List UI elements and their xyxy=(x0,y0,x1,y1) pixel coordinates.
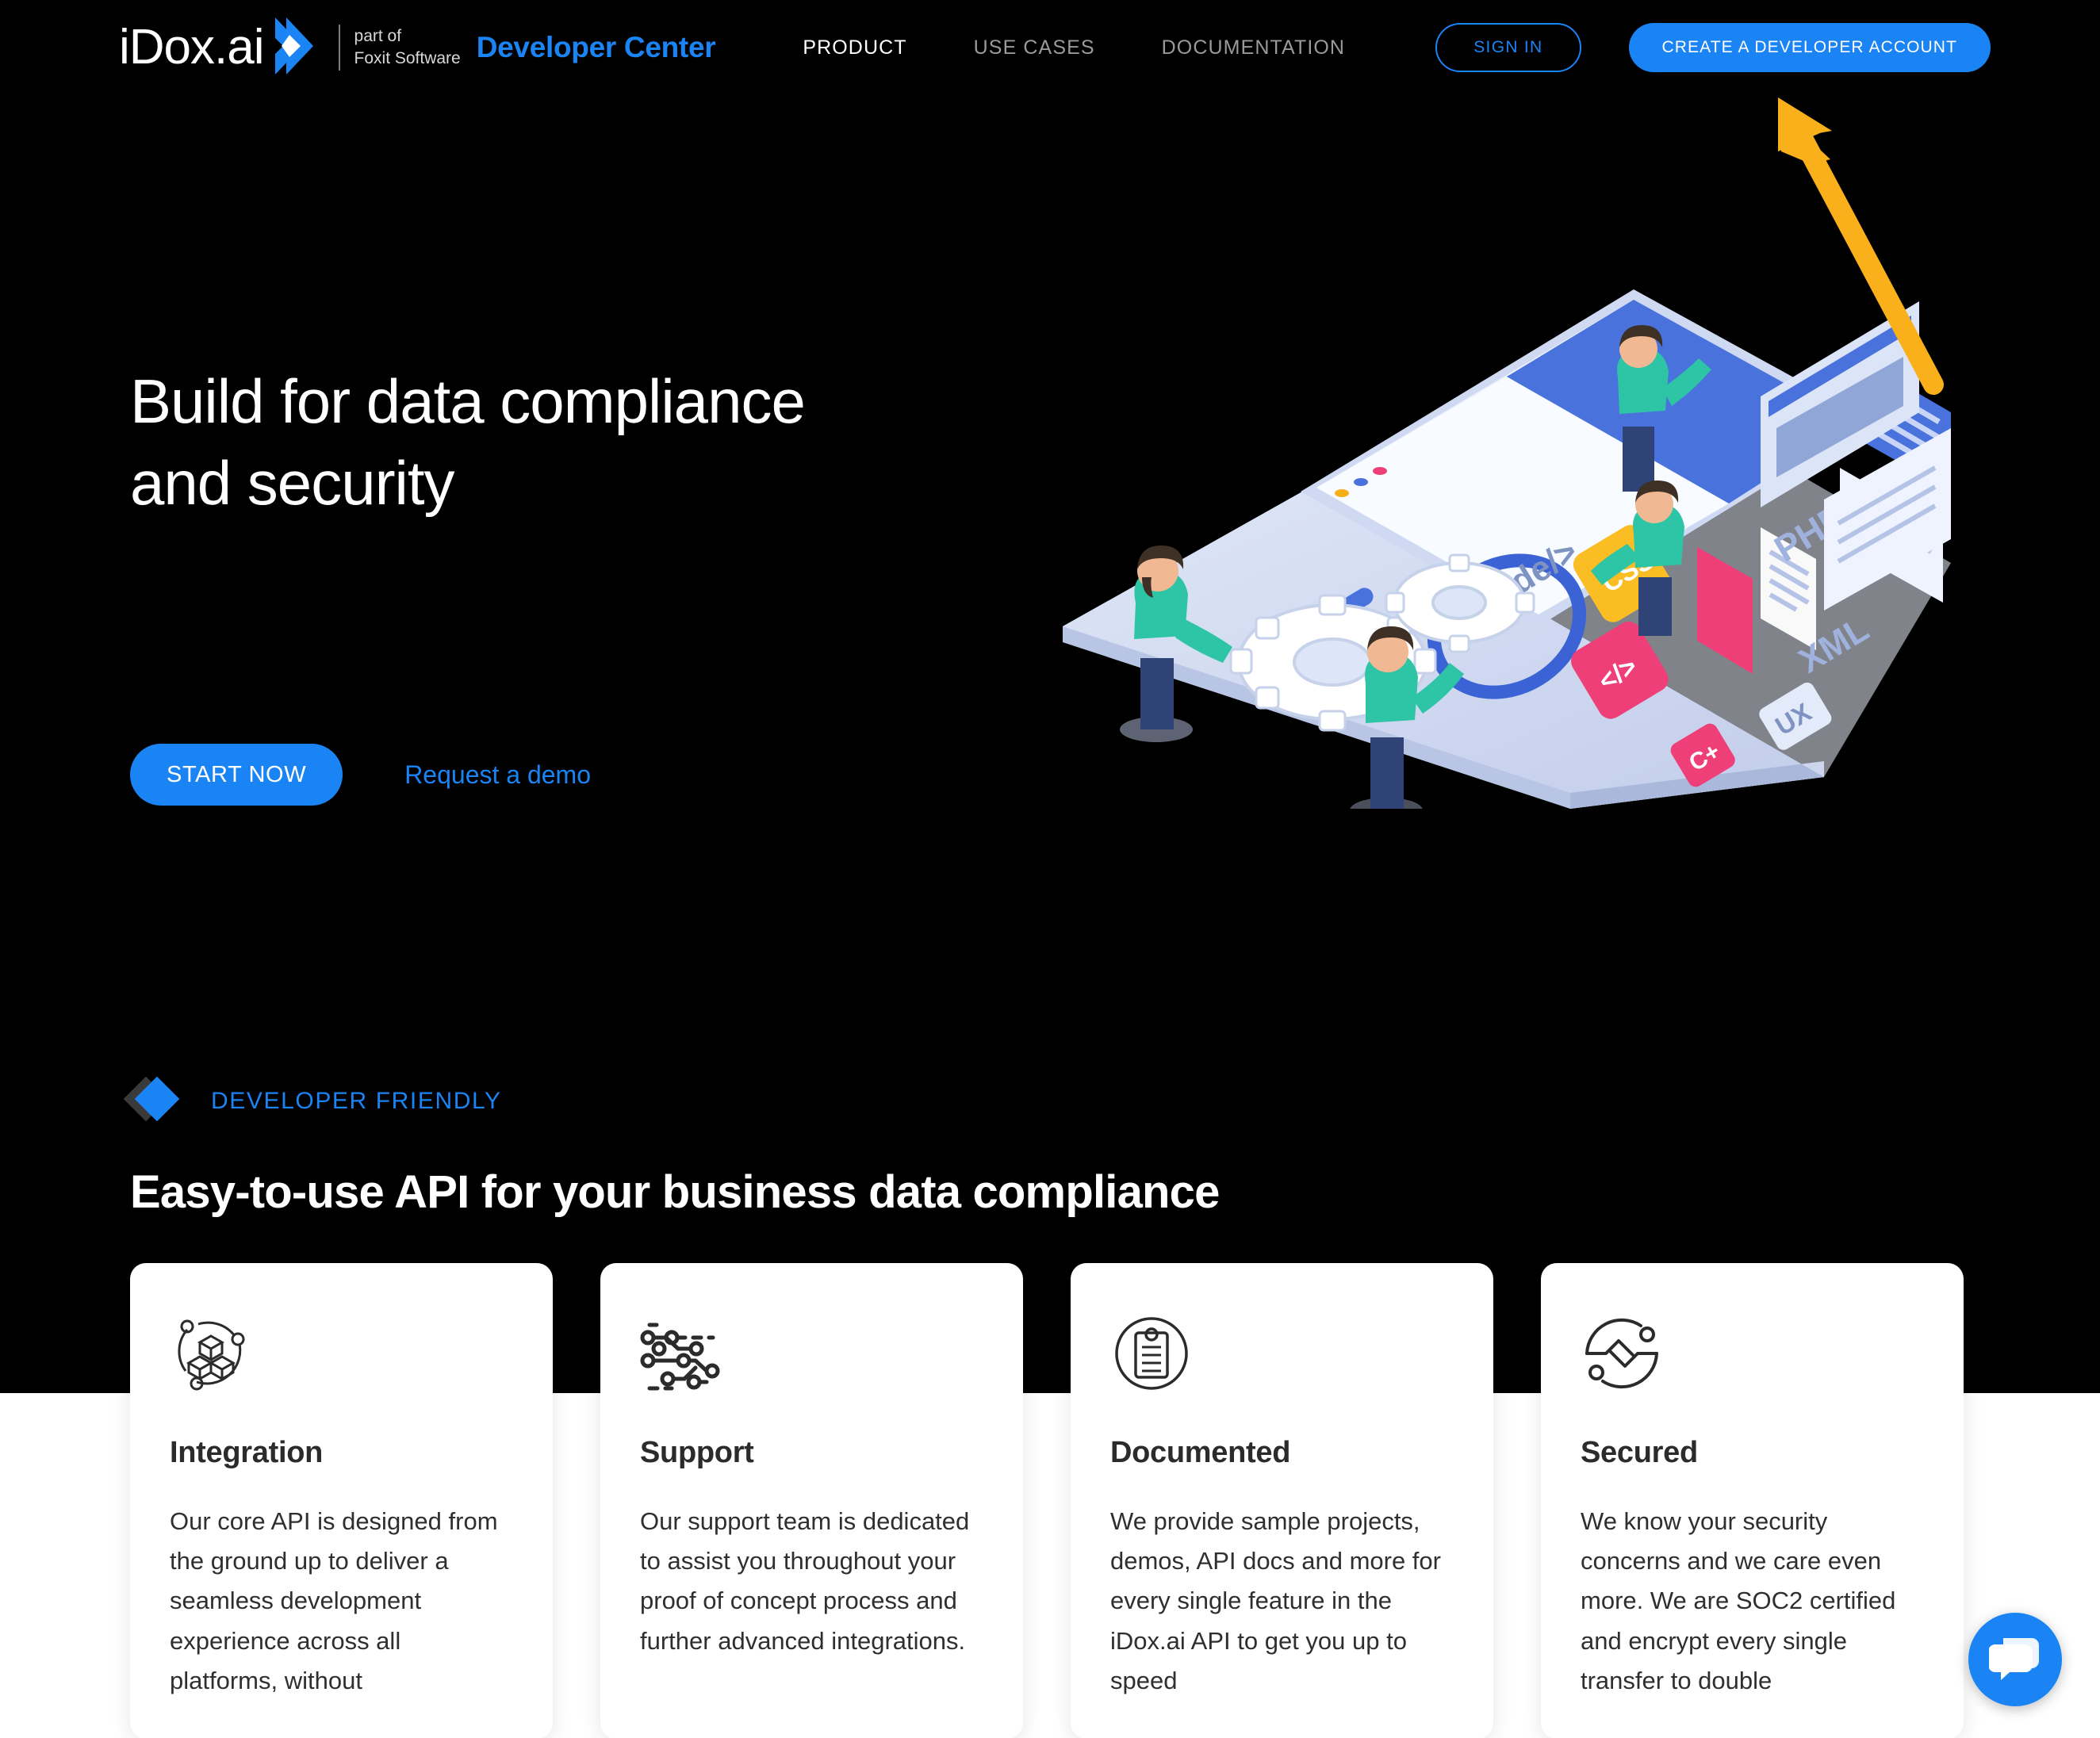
feature-card-support[interactable]: Support Our support team is dedicated to… xyxy=(600,1263,1023,1738)
logo[interactable]: iDox.ai part of Foxit Software Developer… xyxy=(119,16,716,80)
chat-widget-button[interactable] xyxy=(1968,1613,2062,1706)
nav-item-product[interactable]: PRODUCT xyxy=(803,36,906,59)
feature-card-documented[interactable]: Documented We provide sample projects, d… xyxy=(1071,1263,1493,1738)
part-of-line-2: Foxit Software xyxy=(354,49,461,67)
clipboard-circle-icon xyxy=(1110,1312,1454,1399)
sign-in-button[interactable]: SIGN IN xyxy=(1435,23,1581,72)
card-body: Our support team is dedicated to assist … xyxy=(640,1507,970,1655)
developer-friendly-label: DEVELOPER FRIENDLY xyxy=(211,1088,502,1114)
secure-zigzag-circle-icon xyxy=(1581,1312,1924,1399)
nav-item-use-cases[interactable]: USE CASES xyxy=(974,36,1095,59)
circuit-nodes-icon xyxy=(640,1312,983,1399)
header-actions: SIGN IN CREATE A DEVELOPER ACCOUNT xyxy=(1435,23,1991,72)
logo-text: iDox.ai xyxy=(119,20,265,75)
main-nav: PRODUCT USE CASES DOCUMENTATION xyxy=(803,36,1345,59)
cubes-network-icon xyxy=(170,1312,513,1399)
nav-item-documentation[interactable]: DOCUMENTATION xyxy=(1162,36,1345,59)
hero-illustration: <code/> CSS </> PHP XML UX C+ xyxy=(1063,230,1951,823)
card-body: Our core API is designed from the ground… xyxy=(170,1507,498,1694)
part-of-line-1: part of xyxy=(354,26,402,45)
card-body: We provide sample projects, demos, API d… xyxy=(1110,1507,1441,1694)
chat-bubbles-icon xyxy=(1988,1635,2041,1685)
start-now-button[interactable]: START NOW xyxy=(130,744,343,806)
developer-center-label: Developer Center xyxy=(476,31,716,63)
request-a-demo-link[interactable]: Request a demo xyxy=(404,760,591,790)
developer-friendly-eyebrow: DEVELOPER FRIENDLY xyxy=(123,1076,502,1124)
diamond-icon xyxy=(123,1076,180,1124)
card-title: Integration xyxy=(170,1436,324,1469)
page-root: iDox.ai part of Foxit Software Developer… xyxy=(0,0,2100,1738)
card-title: Documented xyxy=(1110,1436,1291,1469)
hero-cta-group: START NOW Request a demo xyxy=(130,744,591,806)
section-heading: Easy-to-use API for your business data c… xyxy=(130,1166,1220,1218)
hero-title: Build for data compliance and security xyxy=(130,366,806,518)
card-title: Support xyxy=(640,1436,754,1469)
feature-cards: Integration Our core API is designed fro… xyxy=(130,1263,1978,1738)
create-developer-account-button[interactable]: CREATE A DEVELOPER ACCOUNT xyxy=(1628,23,1991,72)
feature-card-secured[interactable]: Secured We know your security concerns a… xyxy=(1541,1263,1964,1738)
logo-subtitle: part of Foxit Software xyxy=(354,25,461,71)
feature-card-integration[interactable]: Integration Our core API is designed fro… xyxy=(130,1263,553,1738)
card-body: We know your security concerns and we ca… xyxy=(1581,1507,1896,1694)
card-title: Secured xyxy=(1581,1436,1698,1469)
site-header: iDox.ai part of Foxit Software Developer… xyxy=(0,0,2100,95)
logo-divider xyxy=(338,25,340,71)
chevron-logo-icon xyxy=(270,16,324,80)
